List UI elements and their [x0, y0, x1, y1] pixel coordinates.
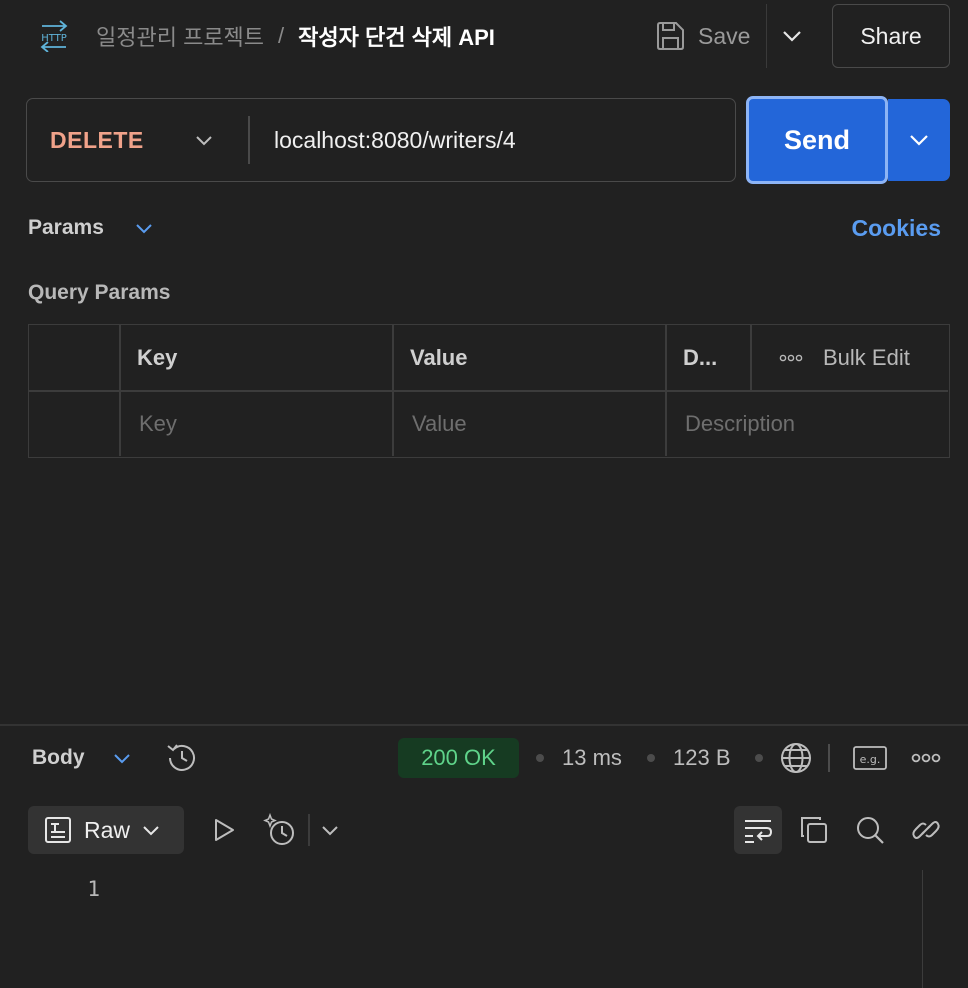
response-time[interactable]: 13 ms [562, 742, 622, 774]
body-chevron-down-icon[interactable] [110, 746, 134, 770]
param-description-input[interactable]: Description [685, 391, 945, 456]
table-column-divider [392, 325, 394, 456]
chevron-down-icon [909, 134, 929, 146]
param-value-input[interactable]: Value [412, 391, 662, 456]
meta-divider [828, 744, 830, 772]
meta-separator-dot [536, 754, 544, 762]
history-icon[interactable] [164, 740, 200, 776]
save-divider [766, 4, 767, 68]
url-input[interactable] [262, 110, 722, 170]
send-button[interactable]: Send [746, 96, 888, 184]
line-number: 1 [87, 877, 100, 901]
meta-separator-dot [647, 754, 655, 762]
more-options-icon[interactable] [908, 744, 944, 772]
save-icon [654, 20, 686, 52]
visualize-icon[interactable] [260, 810, 300, 850]
breadcrumb: 일정관리 프로젝트 / 작성자 단건 삭제 API [96, 20, 495, 52]
chevron-down-icon [782, 30, 802, 42]
response-scrollbar[interactable] [922, 870, 950, 988]
chevron-down-icon[interactable] [310, 810, 350, 850]
param-key-input[interactable]: Key [139, 391, 389, 456]
bulk-edit-button[interactable]: Bulk Edit [823, 325, 910, 390]
response-format-select[interactable]: Raw [28, 806, 184, 854]
method-chevron-down-icon[interactable] [190, 126, 218, 154]
search-icon[interactable] [850, 810, 890, 850]
globe-icon[interactable] [778, 740, 814, 776]
column-header-key: Key [137, 344, 178, 370]
chevron-down-icon [142, 825, 160, 836]
table-column-divider [119, 325, 121, 456]
status-badge[interactable]: 200 OK [398, 738, 519, 778]
play-icon[interactable] [204, 810, 244, 850]
save-options-button[interactable] [772, 14, 812, 58]
wrap-lines-icon[interactable] [734, 806, 782, 854]
svg-text:HTTP: HTTP [41, 33, 67, 44]
breadcrumb-separator: / [278, 23, 285, 48]
save-label: Save [698, 22, 751, 49]
query-params-table: Key Value D... Bulk Edit Key Value Descr… [28, 324, 950, 458]
method-selector[interactable]: DELETE [50, 118, 144, 162]
text-format-icon [44, 816, 72, 844]
column-header-description[interactable]: D... [683, 325, 717, 390]
svg-text:e.g.: e.g. [860, 753, 881, 766]
send-options-button[interactable] [888, 99, 950, 181]
copy-icon[interactable] [794, 810, 834, 850]
more-options-icon[interactable] [771, 325, 811, 390]
breadcrumb-collection[interactable]: 일정관리 프로젝트 [96, 20, 264, 52]
tab-body[interactable]: Body [32, 742, 85, 774]
table-column-divider [665, 325, 667, 456]
response-format-label: Raw [84, 816, 131, 843]
url-separator [248, 116, 250, 164]
response-divider[interactable] [0, 724, 968, 726]
share-button[interactable]: Share [832, 4, 950, 68]
meta-separator-dot [755, 754, 763, 762]
save-as-example-icon[interactable]: e.g. [852, 744, 888, 772]
table-column-divider [750, 325, 752, 390]
save-button[interactable]: Save [650, 14, 762, 58]
params-chevron-down-icon[interactable] [132, 216, 156, 240]
column-header-value: Value [410, 344, 468, 370]
request-name[interactable]: 작성자 단건 삭제 API [298, 20, 495, 52]
query-params-title: Query Params [28, 281, 171, 304]
link-icon[interactable] [906, 810, 946, 850]
cookies-link[interactable]: Cookies [852, 212, 941, 244]
http-icon: HTTP [36, 20, 72, 52]
response-size[interactable]: 123 B [673, 742, 731, 774]
tab-params[interactable]: Params [28, 212, 104, 244]
